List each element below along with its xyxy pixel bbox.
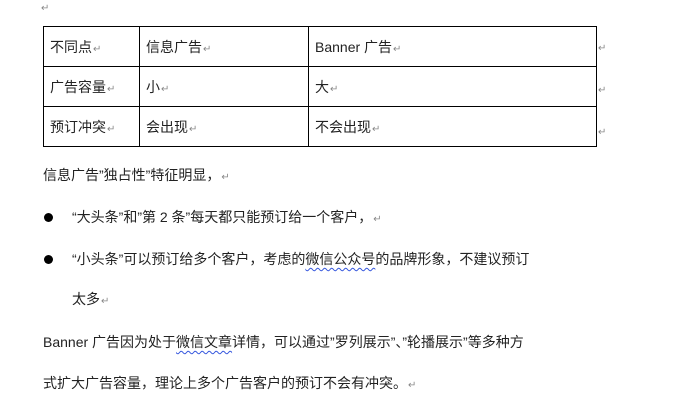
comparison-table: 不同点↵ 信息广告↵ Banner 广告↵ 广告容量↵ 小↵ 大↵ 预订冲突↵ … [43, 26, 597, 147]
table-cell: 不同点↵ [43, 26, 140, 67]
paragraph-text: 式扩大广告容量，理论上多个广告客户的预订不会有冲突。 [43, 375, 407, 391]
spellcheck-underlined-text[interactable]: 微信文章 [176, 334, 232, 350]
paragraph-mark: ↵ [221, 172, 230, 183]
bullet-text: 太多 [72, 291, 100, 307]
bullet-continuation: 太多↵ [72, 290, 109, 311]
cell-text: 不同点 [50, 38, 92, 55]
table-row: 预订冲突↵ 会出现↵ 不会出现↵ [43, 106, 597, 147]
paragraph-mark: ↵ [41, 3, 50, 14]
table-cell: 广告容量↵ [43, 66, 140, 107]
table-cell: 会出现↵ [139, 106, 309, 147]
cell-mark: ↵ [203, 43, 212, 55]
table-cell: 大↵ [308, 66, 597, 107]
paragraph-mark: ↵ [101, 296, 110, 307]
bullet-item: “大头条”和”第 2 条”每天都只能预订给一个客户，↵ [72, 208, 382, 229]
cell-mark: ↵ [107, 83, 116, 95]
cell-text: 广告容量 [50, 78, 106, 95]
paragraph-text: Banner 广告因为处于 [43, 334, 177, 350]
cell-text: 不会出现 [315, 118, 371, 135]
cell-text: 大 [315, 78, 329, 95]
paragraph-text: 详情，可以通过”罗列展示”、”轮播展示”等多种方 [232, 334, 524, 350]
paragraph-line: 式扩大广告容量，理论上多个广告客户的预订不会有冲突。↵ [43, 374, 416, 395]
cell-mark: ↵ [189, 123, 198, 135]
bullet-text: “小头条”可以预订给多个客户，考虑的 [72, 251, 306, 267]
bullet-item: “小头条”可以预订给多个客户，考虑的微信公众号的品牌形象，不建议预订 [72, 250, 529, 268]
cell-text: 信息广告 [146, 38, 202, 55]
paragraph-text: 信息广告”独占性”特征明显， [43, 167, 221, 183]
table-row: 广告容量↵ 小↵ 大↵ [43, 66, 597, 107]
cell-text: 预订冲突 [50, 118, 106, 135]
cell-mark: ↵ [372, 123, 381, 135]
cell-mark: ↵ [330, 83, 339, 95]
spellcheck-underlined-text[interactable]: 微信公众号 [305, 251, 375, 267]
table-cell: 信息广告↵ [139, 26, 309, 67]
table-cell: 预订冲突↵ [43, 106, 140, 147]
bullet-icon [44, 255, 53, 264]
cell-text: 小 [146, 78, 160, 95]
table-cell: 小↵ [139, 66, 309, 107]
cell-mark: ↵ [393, 43, 402, 55]
cell-mark: ↵ [161, 83, 170, 95]
table-cell: Banner 广告↵ [308, 26, 597, 67]
row-end-mark: ↵ [598, 43, 607, 54]
paragraph: Banner 广告因为处于微信文章详情，可以通过”罗列展示”、”轮播展示”等多种… [43, 333, 524, 351]
cell-mark: ↵ [93, 43, 102, 55]
bullet-text: “大头条”和”第 2 条”每天都只能预订给一个客户， [72, 209, 373, 225]
cell-text: 会出现 [146, 118, 188, 135]
row-end-mark: ↵ [598, 127, 607, 138]
cell-mark: ↵ [107, 123, 116, 135]
paragraph-mark: ↵ [408, 380, 417, 391]
table-cell: 不会出现↵ [308, 106, 597, 147]
paragraph-mark: ↵ [373, 214, 382, 225]
row-end-mark: ↵ [598, 85, 607, 96]
cell-text: Banner 广告 [315, 38, 393, 55]
paragraph: 信息广告”独占性”特征明显，↵ [43, 166, 230, 187]
table-row: 不同点↵ 信息广告↵ Banner 广告↵ [43, 26, 597, 67]
bullet-text: 的品牌形象，不建议预订 [375, 251, 530, 267]
bullet-icon [44, 213, 53, 222]
